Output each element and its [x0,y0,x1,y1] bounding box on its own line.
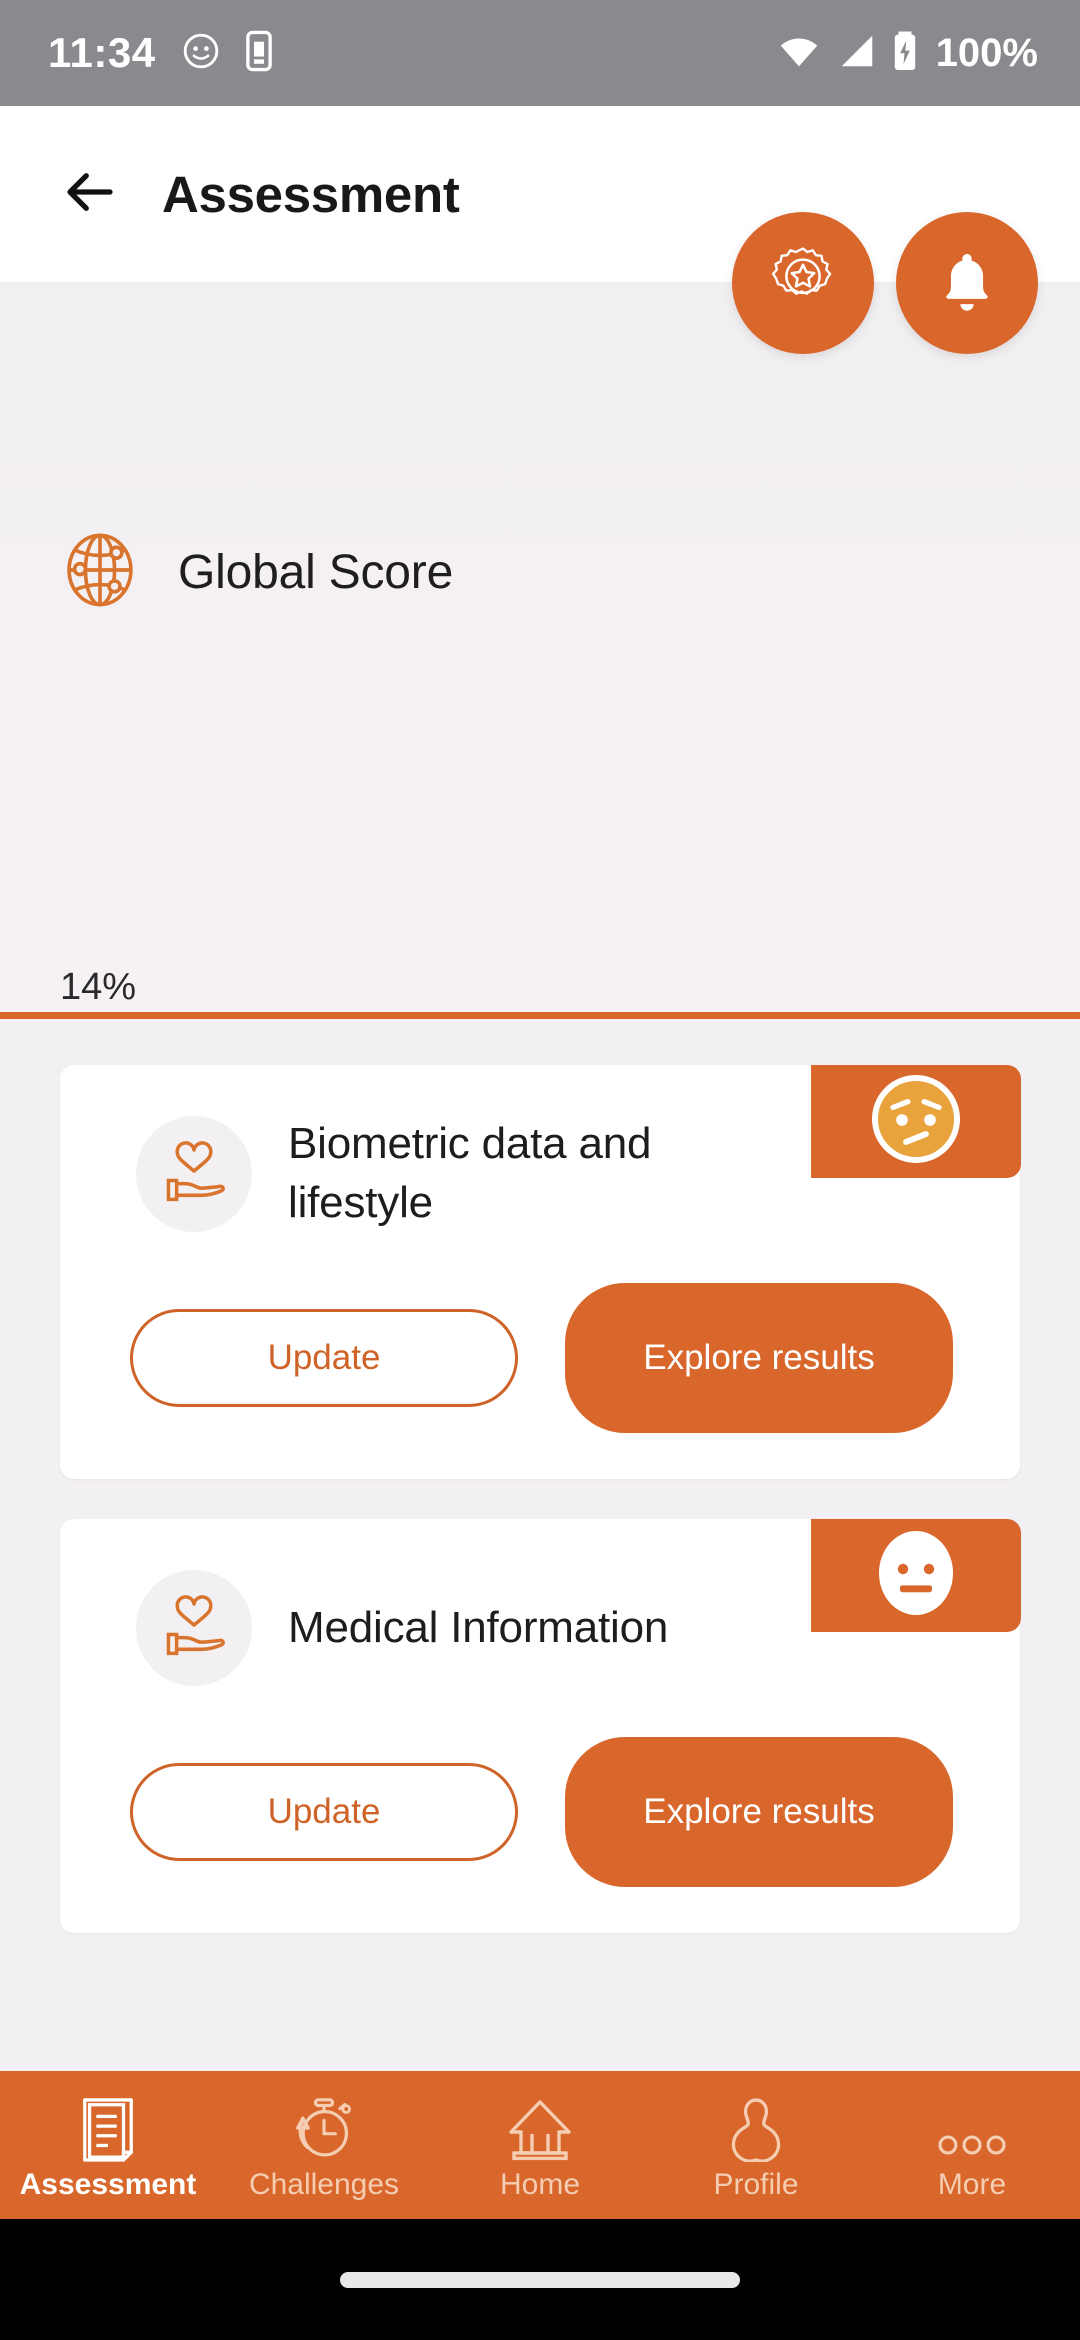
assessment-card[interactable]: Medical Information Update Explore resul… [60,1519,1021,1933]
nav-label: Challenges [248,2168,400,2201]
global-score-header: Global Score [60,530,453,615]
nav-label: Home [499,2168,581,2201]
update-button[interactable]: Update [130,1763,518,1861]
more-dots-icon [935,2092,1009,2162]
worried-face-icon [862,1065,970,1178]
gesture-navigation-bar [0,2219,1080,2340]
stopwatch-icon [292,2092,356,2162]
global-score-percent: 14% [60,966,137,1008]
nav-label: More [937,2168,1007,2201]
person-icon [729,2092,783,2162]
explore-results-button[interactable]: Explore results [565,1737,953,1887]
card-title: Medical Information [288,1602,669,1652]
document-icon [77,2092,139,2162]
nav-label: Assessment [19,2168,197,2201]
card-icon-container [136,1116,252,1232]
page-title: Assessment [162,165,460,223]
cellular-signal-icon [836,31,878,76]
bell-icon [931,245,1003,322]
nav-item-assessment[interactable]: Assessment [0,2088,216,2202]
nav-item-more[interactable]: More [864,2088,1080,2202]
global-score-panel: Global Score 14% [0,282,1080,1235]
global-score-title: Global Score [178,546,454,599]
sim-card-icon [245,30,272,77]
badge-button[interactable] [732,212,874,354]
home-indicator[interactable] [340,2271,740,2288]
card-actions: Update Explore results [60,1283,1020,1479]
status-bar: 11:34 100% [0,0,1080,106]
nav-item-home[interactable]: Home [432,2088,648,2202]
badge-award-icon [765,243,841,324]
explore-results-button[interactable]: Explore results [565,1283,953,1433]
back-button[interactable] [56,160,124,228]
globe-icon [60,530,140,615]
card-title: Biometric data and lifestyle [288,1119,652,1227]
card-actions: Update Explore results [60,1737,1020,1933]
wifi-icon [776,31,822,76]
face-icon [182,32,220,75]
nav-label: Profile [713,2168,799,2201]
card-status-panel [811,1065,1021,1178]
card-header: Medical Information [60,1519,1021,1737]
assessment-card[interactable]: Biometric data and lifestyle Update Expl… [60,1065,1021,1479]
battery-percent-label: 100% [935,30,1038,75]
bottom-navigation: Assessment Challenges Home Profile More [0,2071,1080,2219]
status-bar-clock: 11:34 [48,29,156,76]
section-divider [0,1012,1080,1019]
assessment-cards-list: Biometric data and lifestyle Update Expl… [0,1019,1080,2111]
house-icon [506,2092,574,2162]
card-header: Biometric data and lifestyle [60,1065,1021,1283]
heart-in-hand-icon [157,1135,231,1214]
status-bar-right: 100% [776,30,1038,77]
header-action-buttons [732,212,1038,354]
nav-item-profile[interactable]: Profile [648,2088,864,2202]
update-button[interactable]: Update [130,1309,518,1407]
neutral-face-icon [862,1519,970,1632]
heart-in-hand-icon [157,1589,231,1668]
card-status-panel [811,1519,1021,1632]
card-icon-container [136,1570,252,1686]
notifications-button[interactable] [896,212,1038,354]
status-bar-left: 11:34 [48,29,272,77]
arrow-left-icon [60,162,120,227]
battery-charging-icon [892,30,918,77]
nav-item-challenges[interactable]: Challenges [216,2088,432,2202]
